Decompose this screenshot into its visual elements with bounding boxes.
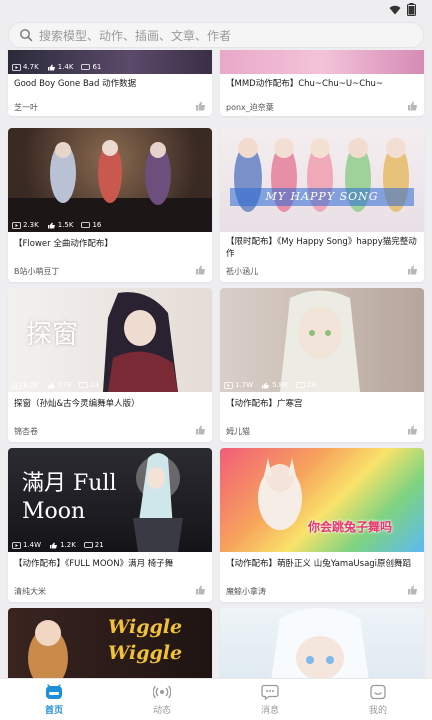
post-title[interactable]: 【Flower 全曲动作配布】 — [14, 238, 206, 250]
nav-item-home[interactable]: 首页 — [0, 679, 108, 720]
like-count-icon — [47, 382, 55, 388]
post-author[interactable]: B站小萌豆丁 — [14, 266, 60, 277]
thumbnail-overlay-text: Wiggle Wiggle — [108, 616, 183, 664]
post-stats: 9.2K 578 23 — [12, 381, 99, 389]
post-title[interactable]: 【动作配布】萌卧正义 山兔YamaUsagi原创舞蹈 — [226, 558, 418, 570]
like-count-icon — [50, 542, 58, 548]
post-card[interactable]: 探窗 9.2K 578 23 探窗（孙灿&古今灵编舞单人版） 锦杏卷 — [8, 288, 212, 442]
post-thumbnail[interactable]: 1.7W 5.8K 24 — [220, 288, 424, 392]
search-icon — [20, 29, 33, 42]
post-author[interactable]: 祇小涵儿 — [226, 266, 258, 277]
play-count-icon — [12, 221, 21, 229]
like-count-icon — [47, 64, 55, 70]
post-title[interactable]: 【动作配布】广寒宫 — [226, 398, 418, 410]
comment-count-icon — [79, 381, 89, 388]
thumbs-up-icon[interactable] — [407, 265, 418, 275]
comment-count-icon — [83, 541, 93, 548]
post-thumbnail[interactable]: Wiggle Wiggle — [8, 608, 212, 678]
post-thumbnail[interactable] — [220, 608, 424, 678]
post-author[interactable]: 姆儿猫 — [226, 426, 250, 437]
post-thumbnail[interactable]: 滿月 Full Moon 1.4W 1.2K 21 — [8, 448, 212, 552]
post-stats: 1.4W 1.2K 21 — [12, 541, 104, 549]
post-author[interactable]: 魔鲸小拿涛 — [226, 586, 266, 597]
nav-label: 动态 — [152, 705, 171, 716]
post-author[interactable]: ponx_迫奈葉 — [226, 102, 274, 113]
post-thumbnail[interactable] — [220, 50, 424, 74]
post-card[interactable]: 【MMD动作配布】Chu~Chu~U~Chu~ ponx_迫奈葉 — [220, 50, 424, 116]
post-title[interactable]: 【限时配布】《My Happy Song》happy猫完整动作 — [226, 236, 418, 260]
nav-item-feed[interactable]: 动态 — [108, 679, 216, 720]
thumbs-up-icon[interactable] — [195, 585, 206, 595]
thumbnail-overlay-text: 滿月 Full Moon — [22, 471, 117, 524]
post-stats: 1.7W 5.8K 24 — [224, 381, 316, 389]
thumbnail-overlay-text: MY HAPPY SONG — [265, 190, 379, 203]
nav-item-messages[interactable]: 消息 — [216, 679, 324, 720]
comment-count-icon — [81, 221, 91, 228]
status-bar — [0, 0, 432, 22]
thumbnail-overlay-text: 探窗 — [26, 320, 79, 350]
post-title[interactable]: 探窗（孙灿&古今灵编舞单人版） — [14, 398, 206, 410]
post-thumbnail[interactable]: MY HAPPY SONG — [220, 128, 424, 232]
post-card[interactable]: 4.7K 1.4K 61 Good Boy Gone Bad 动作数据 芝一叶 — [8, 50, 212, 116]
character-portrait-image — [280, 290, 360, 392]
play-count-icon — [12, 541, 21, 549]
thumbs-up-icon[interactable] — [195, 425, 206, 435]
post-title[interactable]: Good Boy Gone Bad 动作数据 — [14, 78, 206, 90]
nav-label: 我的 — [368, 705, 387, 716]
post-author[interactable]: 清纯大米 — [14, 586, 46, 597]
post-thumbnail[interactable]: 你会跳兔子舞吗 — [220, 448, 424, 552]
thumbs-up-icon[interactable] — [195, 101, 206, 111]
thumbs-up-icon[interactable] — [407, 585, 418, 595]
post-card[interactable]: 1.7W 5.8K 24 【动作配布】广寒宫 姆儿猫 — [220, 288, 424, 442]
nav-item-profile[interactable]: 我的 — [324, 679, 432, 720]
thumbs-up-icon[interactable] — [195, 265, 206, 275]
thumbs-up-icon[interactable] — [407, 101, 418, 111]
broadcast-icon — [153, 685, 171, 698]
post-stats: 2.3K 1.5K 16 — [12, 221, 101, 229]
play-count-icon — [224, 381, 233, 389]
post-card[interactable]: 滿月 Full Moon 1.4W 1.2K 21 【动作配布】《FULL MO… — [8, 448, 212, 602]
battery-icon — [407, 3, 416, 16]
nav-label: 消息 — [260, 705, 279, 716]
play-count-icon — [12, 381, 21, 389]
comment-count-icon — [81, 63, 91, 70]
search-bar[interactable]: 搜索模型、动作、插画、文章、作者 — [8, 22, 424, 48]
post-card[interactable] — [220, 608, 424, 678]
post-title[interactable]: 【动作配布】《FULL MOON》满月 椅子舞 — [14, 558, 206, 570]
bottom-nav: 首页 动态 消息 我的 — [0, 678, 432, 720]
post-card[interactable]: 你会跳兔子舞吗 【动作配布】萌卧正义 山兔YamaUsagi原创舞蹈 魔鲸小拿涛 — [220, 448, 424, 602]
thumbnail-overlay-text: 你会跳兔子舞吗 — [308, 520, 393, 534]
like-count-icon — [47, 222, 55, 228]
post-author[interactable]: 锦杏卷 — [14, 426, 38, 437]
post-thumbnail[interactable]: 探窗 9.2K 578 23 — [8, 288, 212, 392]
status-icons — [389, 3, 416, 16]
rabbit-dance-image — [258, 458, 302, 530]
post-thumbnail[interactable]: 2.3K 1.5K 16 — [8, 128, 212, 232]
play-count-icon — [12, 63, 21, 71]
idol-group-image — [230, 138, 414, 212]
comment-count-icon — [295, 381, 305, 388]
white-hair-character-image — [271, 608, 369, 678]
post-thumbnail[interactable]: 4.7K 1.4K 61 — [8, 50, 212, 74]
post-stats: 4.7K 1.4K 61 — [12, 63, 101, 71]
thumbs-up-icon[interactable] — [407, 425, 418, 435]
post-card[interactable]: Wiggle Wiggle — [8, 608, 212, 678]
home-icon — [46, 683, 62, 699]
post-card[interactable]: MY HAPPY SONG 【限时配布】《My Happy Song》happy… — [220, 128, 424, 282]
content-feed[interactable]: 4.7K 1.4K 61 Good Boy Gone Bad 动作数据 芝一叶 … — [0, 50, 432, 678]
profile-icon — [370, 684, 386, 699]
like-count-icon — [262, 382, 270, 388]
post-title[interactable]: 【MMD动作配布】Chu~Chu~U~Chu~ — [226, 78, 418, 90]
wifi-icon — [389, 5, 401, 14]
search-input[interactable]: 搜索模型、动作、插画、文章、作者 — [39, 27, 231, 44]
dancer-figures-image — [8, 140, 212, 232]
nav-label: 首页 — [44, 705, 63, 716]
message-icon — [261, 684, 279, 700]
post-card[interactable]: 2.3K 1.5K 16 【Flower 全曲动作配布】 B站小萌豆丁 — [8, 128, 212, 282]
post-author[interactable]: 芝一叶 — [14, 102, 38, 113]
